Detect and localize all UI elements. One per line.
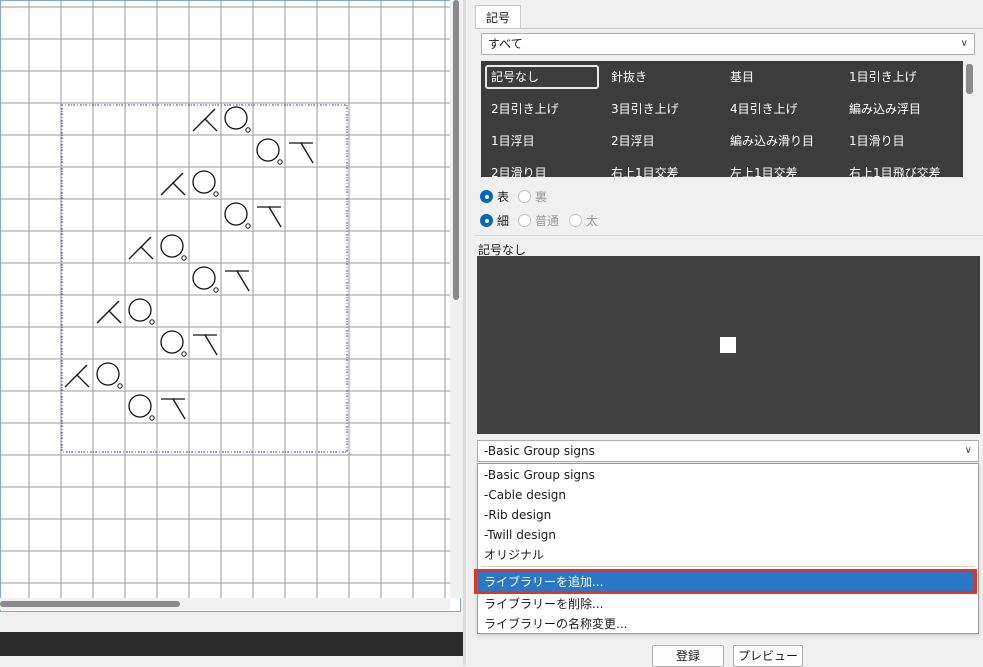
canvas-vertical-scroll-thumb[interactable] xyxy=(453,0,459,300)
stitch-dot-mark xyxy=(181,351,187,357)
symbol-item[interactable]: 右上1目交差 xyxy=(605,161,719,177)
dropdown-separator xyxy=(481,566,975,567)
stitch-dot-mark xyxy=(117,383,123,389)
radio-thin[interactable]: 細 xyxy=(480,212,509,229)
stitch-dot-mark xyxy=(245,223,251,229)
radio-dot xyxy=(518,190,531,203)
stitch-dot-mark xyxy=(245,127,251,133)
stitch-decrease-mark xyxy=(108,310,122,324)
stitch-decrease-mark xyxy=(128,236,152,260)
selection-rect xyxy=(61,104,348,453)
radio-thick-label: 太 xyxy=(586,214,599,228)
symbol-item[interactable]: 左上1目交差 xyxy=(724,161,838,177)
symbol-item[interactable]: 2目浮目 xyxy=(605,129,719,153)
radio-normal-label: 普通 xyxy=(535,214,560,228)
stitch-yarn-over-mark xyxy=(192,266,216,290)
radio-normal[interactable]: 普通 xyxy=(518,212,559,229)
preview-symbol-mark xyxy=(720,337,736,353)
symbol-item[interactable]: 1目浮目 xyxy=(485,129,599,153)
radio-back[interactable]: 裏 xyxy=(518,188,547,205)
symbol-item[interactable]: 右上1目飛び交差 xyxy=(843,161,957,177)
selection-rect xyxy=(61,104,348,453)
stitch-yarn-over-mark xyxy=(128,298,152,322)
symbol-item[interactable]: 記号なし xyxy=(485,65,599,89)
stitch-dot-mark xyxy=(181,255,187,261)
symbol-item[interactable]: 針抜き xyxy=(605,65,719,89)
library-option[interactable]: -Rib design xyxy=(484,505,974,525)
radio-dot xyxy=(569,214,582,227)
radio-front-label: 表 xyxy=(497,190,510,204)
symbol-item[interactable]: 1目引き上げ xyxy=(843,65,957,89)
stitch-yarn-over-mark xyxy=(96,362,120,386)
stitch-decrease-mark xyxy=(76,374,90,388)
status-bar xyxy=(0,632,464,656)
library-option[interactable]: オリジナル xyxy=(484,545,974,565)
symbol-item[interactable]: 2目滑り目 xyxy=(485,161,599,177)
stitch-dot-mark xyxy=(213,191,219,197)
library-option[interactable]: -Basic Group signs xyxy=(484,465,974,485)
stitch-yarn-over-mark xyxy=(128,394,152,418)
stitch-decrease-mark xyxy=(172,398,186,420)
stitch-decrease-mark xyxy=(204,334,218,356)
stitch-decrease-mark xyxy=(236,270,250,292)
stitch-yarn-over-mark xyxy=(160,330,184,354)
stitch-yarn-over-mark xyxy=(224,106,248,130)
radio-dot xyxy=(480,214,493,227)
rename-library-option[interactable]: ライブラリーの名称変更... xyxy=(484,614,974,634)
chevron-down-icon: ∨ xyxy=(960,38,968,49)
radio-thin-label: 細 xyxy=(497,214,510,228)
stitch-decrease-mark xyxy=(192,108,216,132)
tab-symbols[interactable]: 記号 xyxy=(475,5,521,29)
stitch-yarn-over-mark xyxy=(256,138,280,162)
library-option[interactable]: -Cable design xyxy=(484,485,974,505)
stitch-yarn-over-mark xyxy=(224,202,248,226)
stitch-decrease-mark xyxy=(96,300,120,324)
symbol-item[interactable]: 2目引き上げ xyxy=(485,97,599,121)
symbol-list-scroll-thumb[interactable] xyxy=(966,64,973,94)
symbol-item[interactable]: 4目引き上げ xyxy=(724,97,838,121)
stitch-decrease-mark xyxy=(300,142,314,164)
canvas-horizontal-scroll-thumb[interactable] xyxy=(0,601,180,607)
symbol-item[interactable]: 基目 xyxy=(724,65,838,89)
preview-button[interactable]: プレビュー xyxy=(733,645,803,667)
register-button[interactable]: 登録 xyxy=(652,645,724,667)
stitch-dot-mark xyxy=(277,159,283,165)
stitch-decrease-mark xyxy=(140,246,154,260)
category-select-value: すべて xyxy=(488,37,523,51)
radio-thick[interactable]: 太 xyxy=(569,212,598,229)
symbol-item[interactable]: 1目滑り目 xyxy=(843,129,957,153)
stitch-dot-mark xyxy=(213,287,219,293)
library-select-value: -Basic Group signs xyxy=(484,444,595,458)
stitch-yarn-over-mark xyxy=(192,170,216,194)
radio-dot xyxy=(480,190,493,203)
add-library-option[interactable]: ライブラリーを追加... xyxy=(484,572,974,592)
radio-back-label: 裏 xyxy=(535,190,548,204)
radio-front[interactable]: 表 xyxy=(480,188,509,205)
stitch-decrease-mark xyxy=(268,206,282,228)
symbol-item[interactable]: 編み込み滑り目 xyxy=(724,129,838,153)
symbol-item[interactable]: 編み込み浮目 xyxy=(843,97,957,121)
symbol-item[interactable]: 3目引き上げ xyxy=(605,97,719,121)
stitch-dot-mark xyxy=(149,319,155,325)
category-select[interactable]: すべて ∨ xyxy=(481,33,975,55)
chevron-down-icon: ∨ xyxy=(964,445,972,456)
delete-library-option[interactable]: ライブラリーを削除... xyxy=(484,594,974,614)
stitch-dot-mark xyxy=(149,415,155,421)
section-divider xyxy=(475,235,983,236)
radio-dot xyxy=(518,214,531,227)
stitch-decrease-mark xyxy=(64,364,88,388)
tab-divider xyxy=(475,28,983,29)
panel-splitter[interactable] xyxy=(463,0,466,666)
library-select[interactable]: -Basic Group signs ∨ xyxy=(477,440,979,462)
stitch-decrease-mark xyxy=(160,172,184,196)
stitch-decrease-mark xyxy=(204,118,218,132)
symbol-list[interactable]: 記号なし 針抜き 基目 1目引き上げ 2目引き上げ 3目引き上げ 4目引き上げ 編み込み浮目 1… xyxy=(481,61,977,177)
stitch-decrease-mark xyxy=(172,182,186,196)
stitch-yarn-over-mark xyxy=(160,234,184,258)
library-option[interactable]: -Twill design xyxy=(484,525,974,545)
stitch-grid[interactable] xyxy=(0,0,450,598)
